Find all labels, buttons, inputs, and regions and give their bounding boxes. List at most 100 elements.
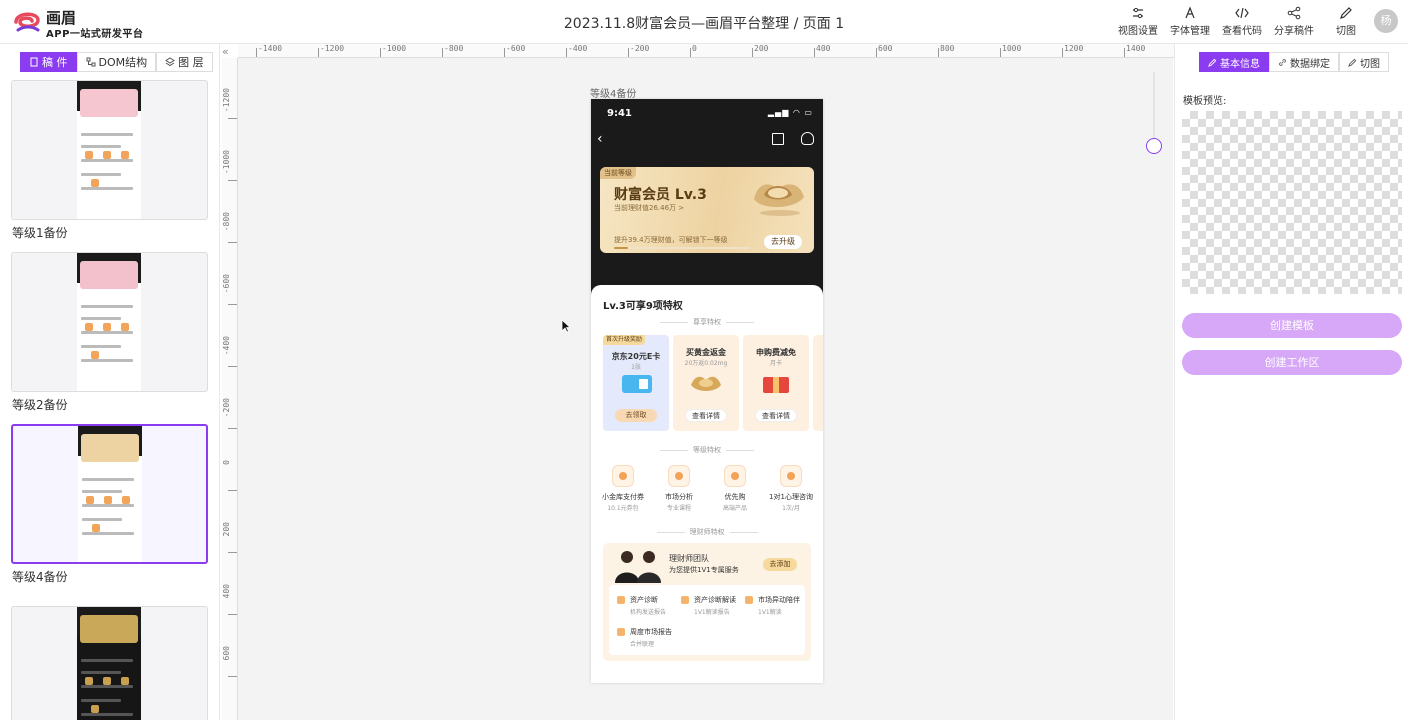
ruler-tick-label: 0 bbox=[692, 44, 697, 53]
claim-button[interactable]: 去领取 bbox=[615, 409, 657, 422]
pen-icon bbox=[1348, 58, 1357, 67]
view-details-button[interactable]: 查看详情 bbox=[685, 409, 727, 422]
ruler-tick-label: -600 bbox=[222, 274, 231, 294]
create-workspace-button[interactable]: 创建工作区 bbox=[1182, 350, 1402, 375]
tab-drafts[interactable]: 稿 件 bbox=[20, 52, 77, 72]
thumbnail-row bbox=[81, 173, 121, 176]
service-item[interactable]: 周度市场报告 合并联理 bbox=[617, 627, 672, 648]
tab-dom-structure[interactable]: DOM结构 bbox=[76, 52, 157, 72]
benefit-card-jd[interactable]: 首次升级奖励 京东20元E卡 1张 去领取 bbox=[603, 335, 669, 431]
zoom-slider-track[interactable] bbox=[1153, 72, 1155, 146]
frame-label[interactable]: 等级4备份 bbox=[590, 85, 636, 100]
font-management-button[interactable]: 字体管理 bbox=[1170, 6, 1210, 37]
ruler-tick-line bbox=[628, 48, 629, 57]
tab-layers[interactable]: 图 层 bbox=[156, 52, 213, 72]
advisor-services: 资产诊断 机构发送报告 资产诊断解读 1V1解读报告 市场异动陪伴 1V1解读 周度市… bbox=[609, 585, 805, 655]
service-item[interactable]: 市场异动陪伴 1V1解读 bbox=[745, 595, 800, 616]
benefit-card-gold[interactable]: 买黄金返金 20万返0.02mg 查看详情 bbox=[673, 335, 739, 431]
tab-data-binding[interactable]: 数据绑定 bbox=[1269, 52, 1339, 72]
benefit-title: 申购费减免 bbox=[756, 348, 796, 357]
thumbnail-chip bbox=[121, 151, 129, 159]
grade-item[interactable]: 小金库支付券 10.1元券包 bbox=[595, 465, 651, 512]
thumbnail-row bbox=[82, 518, 122, 521]
thumbnail-chip bbox=[121, 323, 129, 331]
ruler-tick-label: -400 bbox=[222, 336, 231, 356]
privilege-title: Lv.3可享9项特权 bbox=[603, 301, 683, 312]
benefit-card-fee[interactable]: 申购费减免 月卡 查看详情 bbox=[743, 335, 809, 431]
slice-button[interactable]: 切图 bbox=[1326, 6, 1366, 37]
ruler-tick-label: -400 bbox=[568, 44, 588, 53]
add-advisor-button[interactable]: 去添加 bbox=[763, 558, 797, 571]
ruler-tick-label: 600 bbox=[878, 44, 893, 53]
level-progress-fill bbox=[614, 247, 628, 249]
ruler-tick-line bbox=[228, 490, 237, 491]
ruler-tick-line bbox=[228, 304, 237, 305]
layers-icon bbox=[165, 57, 176, 67]
service-item[interactable]: 资产诊断 机构发送报告 bbox=[617, 595, 666, 616]
advisor-title: 理财师团队 bbox=[669, 554, 709, 563]
ruler-tick-line bbox=[228, 242, 237, 243]
thumbnail-3[interactable] bbox=[11, 424, 208, 564]
thumbnail-row bbox=[81, 145, 121, 148]
font-icon bbox=[1185, 6, 1195, 19]
thumbnail-1[interactable] bbox=[11, 80, 208, 220]
collapse-panel-icon[interactable]: « bbox=[222, 45, 229, 58]
ruler-tick-line bbox=[1124, 48, 1125, 57]
grade-item[interactable]: 1对1心理咨询 1次/月 bbox=[763, 465, 819, 512]
benefit-sub: 20万返0.02mg bbox=[684, 360, 728, 367]
ruler-tick-label: 400 bbox=[222, 584, 231, 599]
grade-item[interactable]: 优先购 高端产品 bbox=[707, 465, 763, 512]
benefit-sub: 1张 bbox=[631, 364, 641, 371]
sliders-icon bbox=[1133, 7, 1143, 19]
ruler-tick-line bbox=[504, 48, 505, 57]
tab-basic-info[interactable]: 基本信息 bbox=[1199, 52, 1269, 72]
share-icon bbox=[1287, 6, 1301, 20]
thumbnail-row bbox=[81, 359, 133, 362]
grade-item[interactable]: 市场分析 专业课程 bbox=[651, 465, 707, 512]
view-settings-button[interactable]: 视图设置 bbox=[1118, 6, 1158, 37]
advisor-card: 理财师团队 为您提供1V1专属服务 去添加 资产诊断 机构发送报告 资产诊断解读 1… bbox=[603, 543, 811, 661]
doc-icon bbox=[30, 57, 38, 67]
artboard-frame[interactable]: 9:41 ▂▄▆ ◠ ▭ ‹ 当前等级 财富会员 Lv.3 当前理财值26.46… bbox=[591, 99, 823, 683]
tab-data-binding-label: 数据绑定 bbox=[1290, 58, 1330, 70]
heart-icon bbox=[780, 465, 802, 487]
user-avatar[interactable]: 杨 bbox=[1374, 9, 1398, 33]
design-canvas[interactable]: 等级4备份 9:41 ▂▄▆ ◠ ▭ ‹ 当前等级 财富会员 Lv.3 当前理财… bbox=[238, 58, 1173, 720]
thumbnail-row bbox=[82, 478, 134, 481]
ruler-tick-label: 1200 bbox=[1064, 44, 1084, 53]
thumbnail-2[interactable] bbox=[11, 252, 208, 392]
gift-card-icon bbox=[622, 375, 652, 393]
right-panel: 基本信息 数据绑定 切图 模板预览: 创建模板 创建工作区 bbox=[1174, 44, 1408, 720]
upgrade-button[interactable]: 去升级 bbox=[764, 235, 802, 249]
thumbnail-row bbox=[81, 159, 133, 162]
service-title: 资产诊断解读 bbox=[694, 596, 736, 604]
tab-layers-label: 图 层 bbox=[178, 56, 204, 69]
create-template-button[interactable]: 创建模板 bbox=[1182, 313, 1402, 338]
tab-slice[interactable]: 切图 bbox=[1339, 52, 1389, 72]
zoom-slider-handle[interactable] bbox=[1146, 138, 1162, 154]
ruler-tick-label: -800 bbox=[444, 44, 464, 53]
thumbnail-chip bbox=[85, 151, 93, 159]
thumbnail-level-card bbox=[81, 434, 139, 462]
thumbnail-4[interactable] bbox=[11, 606, 208, 720]
ruler-tick-line bbox=[228, 428, 237, 429]
horizontal-ruler: -1400 -1200 -1000 -800 -600 -400 -200 0 200 400 60… bbox=[238, 44, 1174, 58]
share-draft-label: 分享稿件 bbox=[1274, 26, 1314, 37]
huamei-logo-icon[interactable] bbox=[12, 6, 42, 36]
template-preview-label: 模板预览: bbox=[1183, 96, 1227, 107]
view-details-button[interactable]: 查看详情 bbox=[755, 409, 797, 422]
thumbnail-row bbox=[81, 685, 133, 688]
coupon-icon bbox=[612, 465, 634, 487]
ruler-tick-label: 800 bbox=[940, 44, 955, 53]
ruler-tick-label: -600 bbox=[506, 44, 526, 53]
thumbnail-row bbox=[81, 187, 133, 190]
benefit-badge: 首次升级奖励 bbox=[603, 335, 646, 345]
ruler-tick-line bbox=[228, 676, 237, 677]
view-code-button[interactable]: 查看代码 bbox=[1222, 6, 1262, 37]
left-tabs: 稿 件 DOM结构 图 层 bbox=[20, 52, 213, 72]
ruler-tick-label: -1200 bbox=[320, 44, 345, 53]
share-draft-button[interactable]: 分享稿件 bbox=[1274, 6, 1314, 37]
service-item[interactable]: 资产诊断解读 1V1解读报告 bbox=[681, 595, 736, 616]
ruler-tick-line bbox=[876, 48, 877, 57]
ruler-tick-label: 200 bbox=[222, 522, 231, 537]
